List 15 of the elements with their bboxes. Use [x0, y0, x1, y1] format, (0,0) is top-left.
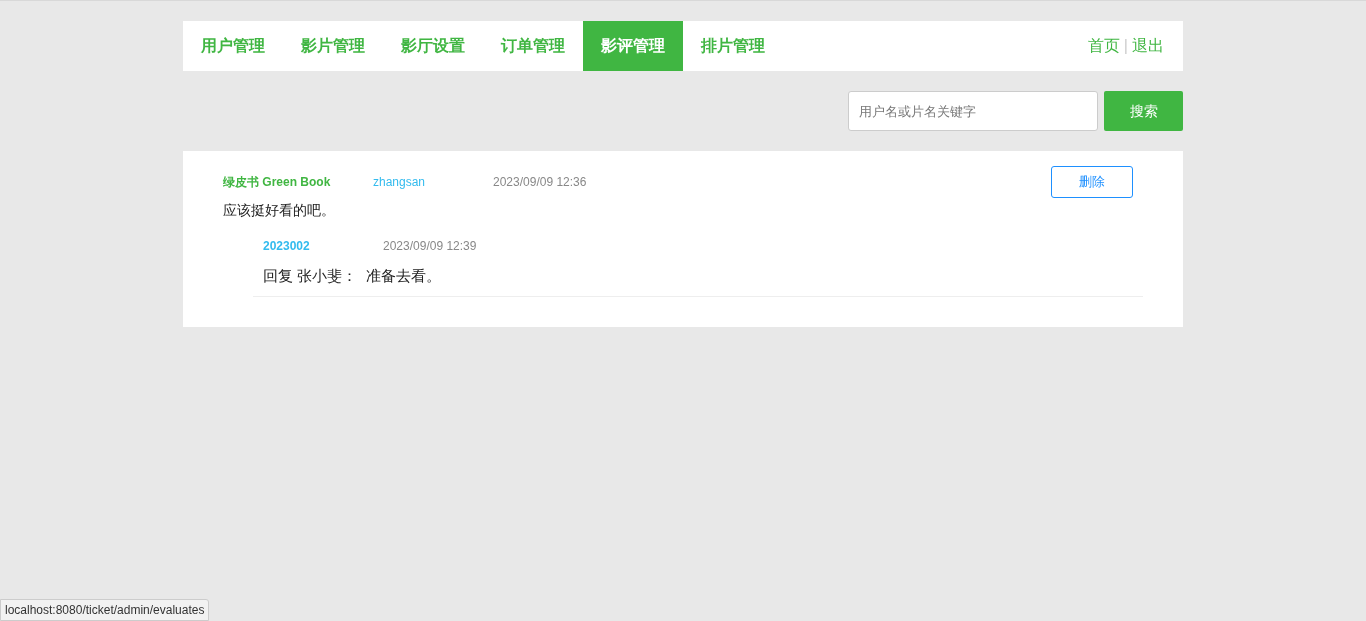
nav-tab[interactable]: 影评管理 — [583, 21, 683, 71]
home-link[interactable]: 首页 — [1087, 34, 1120, 58]
reply-text: 回复 张小斐： 准备去看。 — [263, 266, 442, 286]
reply-timestamp: 2023/09/09 12:39 — [383, 238, 477, 255]
delete-button[interactable]: 删除 — [1051, 166, 1133, 198]
status-url: localhost:8080/ticket/admin/evaluates — [0, 599, 210, 621]
search-field[interactable]: 用户名或片名关键字 — [848, 91, 1098, 131]
username: zhangsan — [373, 174, 427, 191]
search-button[interactable]: 搜索 — [1104, 91, 1183, 131]
separator: | — [1123, 36, 1128, 56]
logout-link[interactable]: 退出 — [1132, 34, 1164, 58]
movie-title: 绿皮书 Green Book — [223, 174, 332, 191]
reply-username: 2023002 — [263, 238, 311, 255]
timestamp: 2023/09/09 12:36 — [493, 174, 587, 191]
comment-text: 应该挺好看的吧。 — [223, 201, 336, 220]
